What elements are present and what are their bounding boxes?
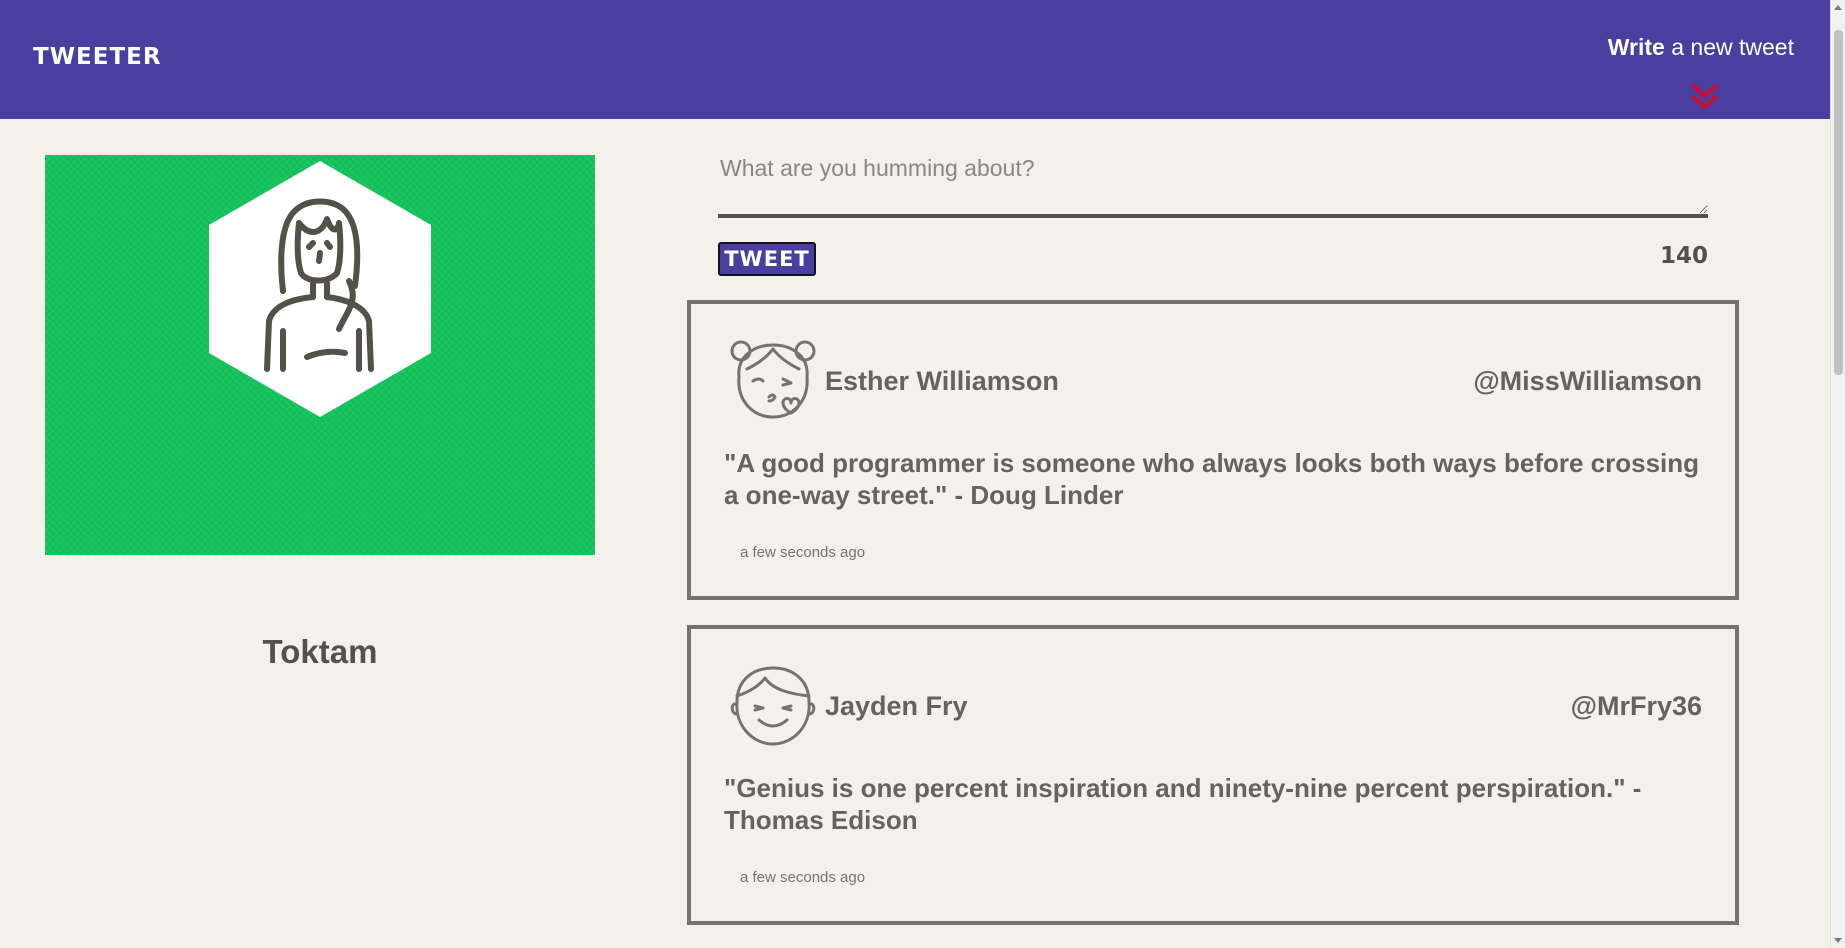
boy-smiling-avatar-icon bbox=[730, 666, 816, 746]
write-label: Write bbox=[1607, 34, 1665, 60]
profile-name: Toktam bbox=[262, 633, 378, 670]
tweet-timestamp: a few seconds ago bbox=[740, 544, 866, 561]
tweet-author-name: Jayden Fry bbox=[825, 691, 968, 721]
character-counter: 140 bbox=[1659, 243, 1708, 269]
tweet-author-handle[interactable]: @MissWilliamson bbox=[1473, 366, 1702, 397]
woman-avatar-icon bbox=[209, 161, 431, 417]
double-chevron-down-icon[interactable] bbox=[1688, 82, 1722, 112]
top-navbar: TWEETER Write a new tweet bbox=[0, 0, 1830, 119]
tweet-author-handle[interactable]: @MrFry36 bbox=[1571, 691, 1702, 722]
profile-card: Toktam bbox=[45, 155, 595, 670]
tweet-timestamp: a few seconds ago bbox=[740, 869, 866, 886]
write-new-tweet-toggle[interactable]: Write a new tweet bbox=[1608, 34, 1794, 61]
tweet-content: "A good programmer is someone who always… bbox=[724, 448, 1700, 510]
scroll-up-arrow-icon[interactable] bbox=[1834, 5, 1842, 10]
tweet-text-input[interactable] bbox=[718, 147, 1708, 218]
scrollbar-thumb[interactable] bbox=[1834, 30, 1843, 375]
tweet-card: Esther Williamson @MissWilliamson "A goo… bbox=[687, 300, 1739, 600]
page-scrollbar[interactable] bbox=[1830, 0, 1845, 948]
girl-blowing-kiss-avatar-icon bbox=[730, 340, 816, 419]
compose-tweet-form: TWEET 140 bbox=[718, 147, 1708, 276]
brand-logo[interactable]: TWEETER bbox=[33, 44, 162, 70]
scroll-down-arrow-icon[interactable] bbox=[1834, 938, 1842, 943]
tweet-card: Jayden Fry @MrFry36 "Genius is one perce… bbox=[687, 625, 1739, 925]
tweet-content: "Genius is one percent inspiration and n… bbox=[724, 773, 1642, 835]
new-tweet-label: a new tweet bbox=[1671, 34, 1794, 60]
tweet-author-name: Esther Williamson bbox=[825, 366, 1059, 396]
tweet-submit-button[interactable]: TWEET bbox=[718, 242, 816, 276]
